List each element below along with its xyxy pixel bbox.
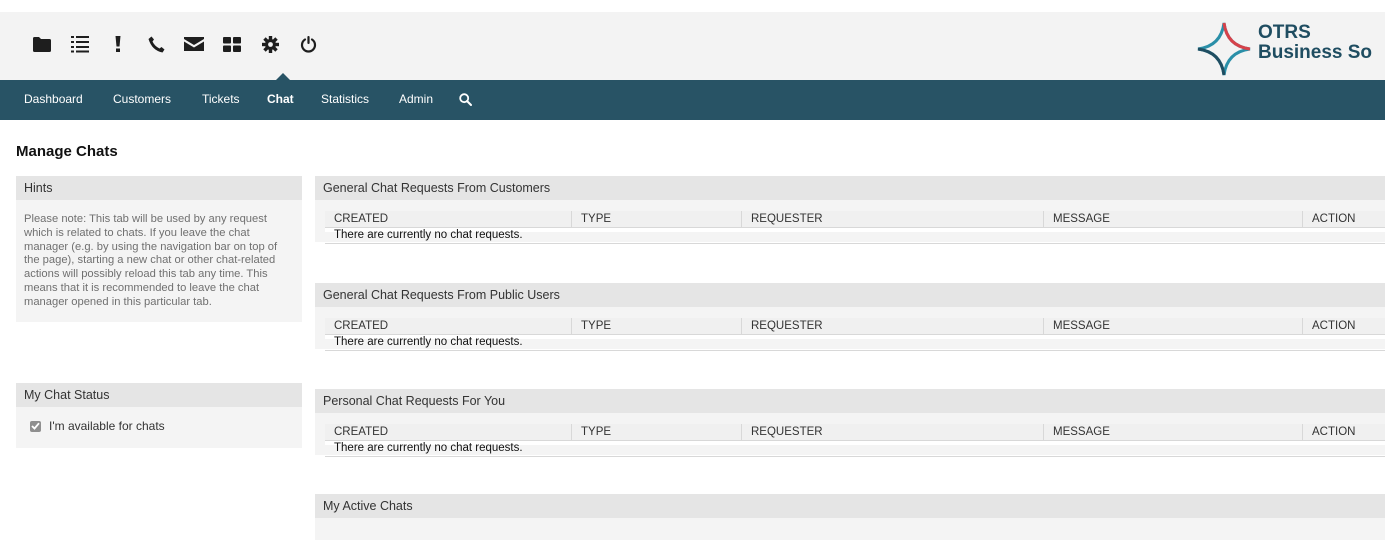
column-message[interactable]: MESSAGE	[1043, 211, 1302, 227]
nav-tickets[interactable]: Tickets	[202, 92, 240, 106]
requests-table: CREATED TYPE REQUESTER MESSAGE ACTION Th…	[325, 211, 1385, 244]
column-action[interactable]: ACTION	[1302, 211, 1385, 227]
availability-label: I'm available for chats	[49, 419, 165, 433]
table-header: CREATED TYPE REQUESTER MESSAGE ACTION	[325, 211, 1385, 228]
toolbar: OTRS Business So	[0, 0, 1385, 80]
section-body: CREATED TYPE REQUESTER MESSAGE ACTION Th…	[315, 200, 1385, 244]
logo-line-1: OTRS	[1258, 22, 1311, 43]
requests-table: CREATED TYPE REQUESTER MESSAGE ACTION Th…	[325, 424, 1385, 457]
table-divider	[325, 456, 1385, 457]
empty-message: There are currently no chat requests.	[334, 442, 523, 454]
column-created[interactable]: CREATED	[325, 211, 571, 227]
chat-status-body: I'm available for chats	[16, 407, 302, 448]
nav-statistics[interactable]: Statistics	[321, 92, 369, 106]
page-title: Manage Chats	[16, 143, 118, 160]
nav-chat[interactable]: Chat	[267, 92, 294, 106]
hints-widget: Hints Please note: This tab will be used…	[16, 176, 302, 322]
table-header: CREATED TYPE REQUESTER MESSAGE ACTION	[325, 424, 1385, 441]
logo-line-2: Business So	[1258, 42, 1373, 63]
column-created[interactable]: CREATED	[325, 318, 571, 334]
empty-message: There are currently no chat requests.	[334, 229, 523, 241]
table-divider	[325, 350, 1385, 351]
exclamation-icon[interactable]	[106, 32, 130, 56]
column-action[interactable]: ACTION	[1302, 424, 1385, 440]
customer-requests-widget: General Chat Requests From Customers CRE…	[315, 176, 1385, 244]
column-created[interactable]: CREATED	[325, 424, 571, 440]
phone-icon[interactable]	[144, 32, 168, 56]
otrs-star-logo-icon	[1197, 22, 1251, 76]
active-chats-widget: My Active Chats	[315, 494, 1385, 540]
otrs-logo[interactable]: OTRS Business So	[1196, 19, 1385, 79]
grid-icon[interactable]	[220, 32, 244, 56]
section-body: CREATED TYPE REQUESTER MESSAGE ACTION Th…	[315, 413, 1385, 457]
chat-status-widget: My Chat Status I'm available for chats	[16, 383, 302, 448]
hints-title: Hints	[16, 176, 302, 200]
table-header: CREATED TYPE REQUESTER MESSAGE ACTION	[325, 318, 1385, 335]
availability-row[interactable]: I'm available for chats	[30, 419, 165, 433]
search-icon[interactable]	[459, 93, 472, 111]
personal-requests-widget: Personal Chat Requests For You CREATED T…	[315, 389, 1385, 457]
section-title: Personal Chat Requests For You	[315, 389, 1385, 413]
column-requester[interactable]: REQUESTER	[741, 211, 1043, 227]
column-type[interactable]: TYPE	[571, 424, 741, 440]
toolbar-icons	[30, 32, 334, 56]
column-message[interactable]: MESSAGE	[1043, 318, 1302, 334]
column-type[interactable]: TYPE	[571, 211, 741, 227]
list-icon[interactable]	[68, 32, 92, 56]
section-title: General Chat Requests From Customers	[315, 176, 1385, 200]
section-body: CREATED TYPE REQUESTER MESSAGE ACTION Th…	[315, 307, 1385, 351]
folder-icon[interactable]	[30, 32, 54, 56]
column-message[interactable]: MESSAGE	[1043, 424, 1302, 440]
nav-selected-caret	[276, 73, 290, 80]
nav-dashboard[interactable]: Dashboard	[24, 92, 83, 106]
column-requester[interactable]: REQUESTER	[741, 318, 1043, 334]
logo-text: OTRS Business So	[1258, 23, 1372, 63]
column-requester[interactable]: REQUESTER	[741, 424, 1043, 440]
active-chats-title: My Active Chats	[315, 494, 1385, 518]
requests-table: CREATED TYPE REQUESTER MESSAGE ACTION Th…	[325, 318, 1385, 351]
active-chats-body	[315, 518, 1385, 540]
public-requests-widget: General Chat Requests From Public Users …	[315, 283, 1385, 351]
envelope-icon[interactable]	[182, 32, 206, 56]
column-type[interactable]: TYPE	[571, 318, 741, 334]
empty-message: There are currently no chat requests.	[334, 336, 523, 348]
nav-customers[interactable]: Customers	[113, 92, 171, 106]
power-icon[interactable]	[296, 32, 320, 56]
table-divider	[325, 243, 1385, 244]
nav-admin[interactable]: Admin	[399, 92, 433, 106]
main-nav: Dashboard Customers Tickets Chat Statist…	[0, 73, 1385, 120]
gear-icon[interactable]	[258, 32, 282, 56]
availability-checkbox[interactable]	[30, 420, 41, 432]
column-action[interactable]: ACTION	[1302, 318, 1385, 334]
section-title: General Chat Requests From Public Users	[315, 283, 1385, 307]
checkmark-icon	[31, 422, 40, 430]
hints-text: Please note: This tab will be used by an…	[16, 200, 302, 322]
chat-status-title: My Chat Status	[16, 383, 302, 407]
